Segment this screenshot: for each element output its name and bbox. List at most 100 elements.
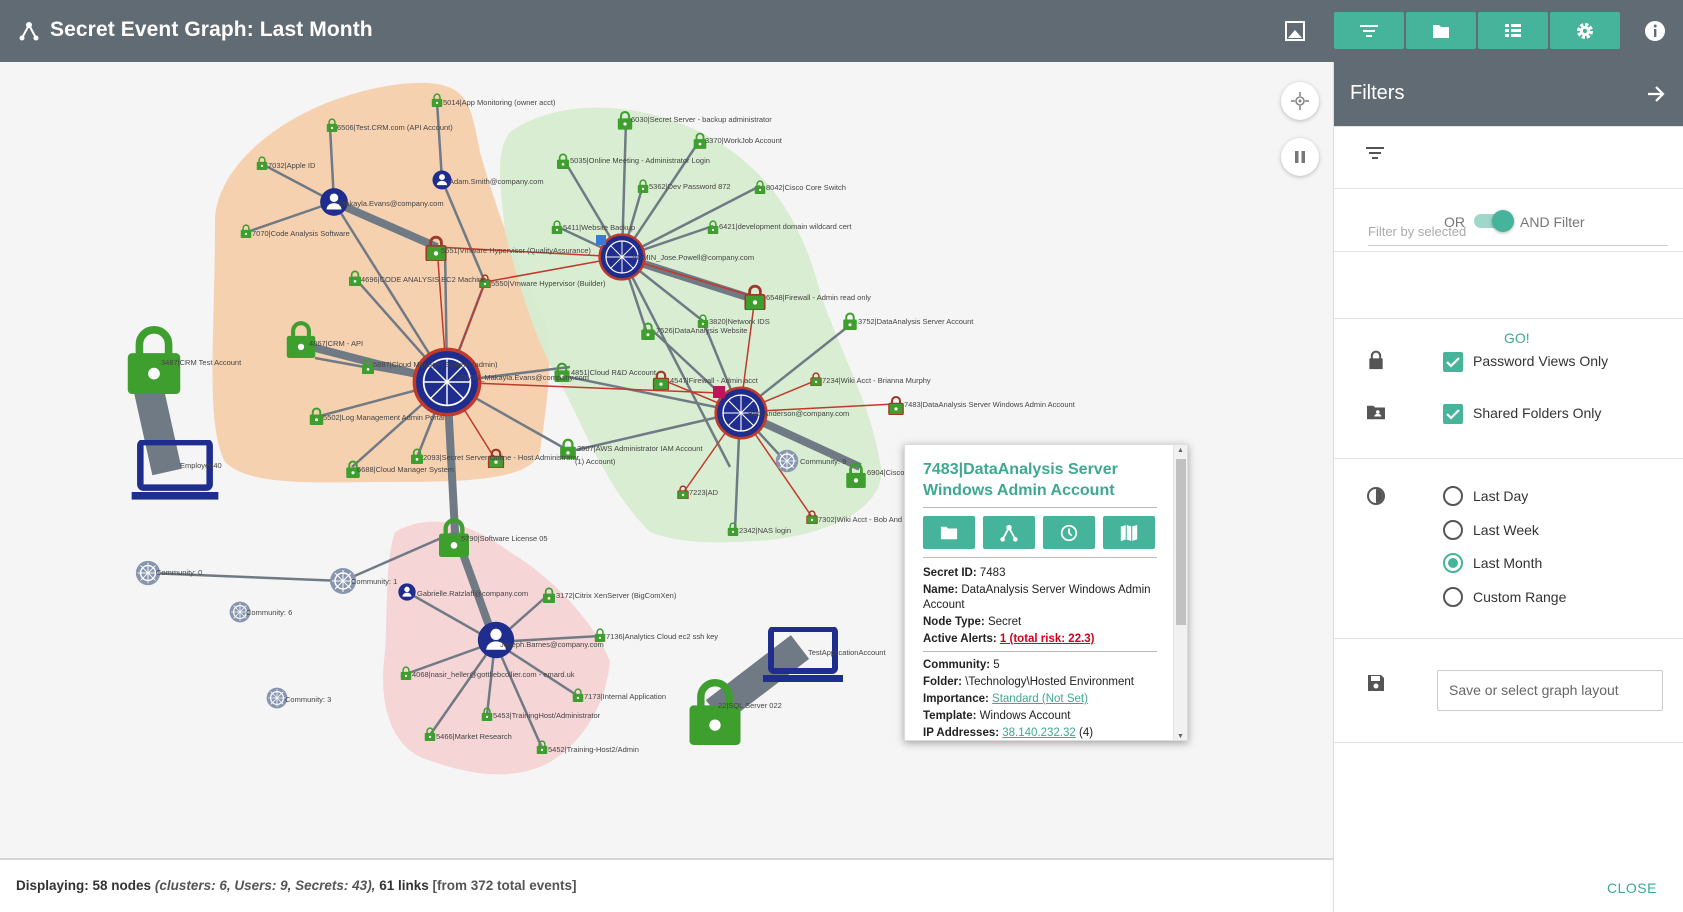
node-label: 3370|WorkJob Account	[705, 136, 783, 145]
save-icon	[1368, 675, 1384, 691]
radio-last-day[interactable]	[1443, 486, 1463, 506]
last-week-label: Last Week	[1473, 522, 1539, 538]
node-label: 6688|Cloud Manager System	[357, 465, 454, 474]
node-label: 6904|Cisco	[867, 468, 904, 477]
lock-icon	[1369, 350, 1383, 370]
divider	[1333, 188, 1683, 189]
node-label: 7223|AD	[689, 488, 719, 497]
radio-last-month[interactable]	[1443, 553, 1463, 573]
graph-layout-select[interactable]: Save or select graph layout	[1437, 670, 1663, 711]
node-label: Gabrielle.Ratzlaff@company.com	[417, 589, 528, 598]
node-label: 2093|Secret Server Online - Host Adminis…	[423, 453, 580, 462]
field-ip-addresses: IP Addresses: 38.140.232.32 (4)	[923, 727, 1094, 739]
node-label: TestApplicationAccount	[808, 648, 886, 657]
divider	[1333, 318, 1683, 319]
node-label: 5502|Log Management Admin Portal	[323, 413, 445, 422]
close-button[interactable]: CLOSE	[1607, 880, 1657, 896]
radio-custom-range[interactable]	[1443, 587, 1463, 607]
divider	[923, 507, 1157, 508]
shared-folders-checkbox[interactable]	[1443, 404, 1463, 424]
node-label: ADMIN_Jose.Powell@company.com	[632, 253, 754, 262]
node-label: ADMIN_Makayla.Evans@company.com	[456, 373, 589, 382]
scroll-up-icon[interactable]: ▲	[1177, 447, 1184, 454]
open-folder-button[interactable]	[923, 516, 975, 549]
graph-icon	[1000, 524, 1018, 542]
node-label: 4867|CRM - API	[309, 339, 363, 348]
node-label: 5550|Vmware Hypervisor (Builder)	[491, 279, 606, 288]
settings-button[interactable]	[1550, 12, 1620, 49]
center-graph-button[interactable]	[1281, 82, 1319, 120]
node-label: Community: 3	[285, 695, 331, 704]
app-root: Secret Event Graph: Last Month 5014|App …	[0, 0, 1683, 912]
list-button[interactable]	[1478, 12, 1548, 49]
folders-button[interactable]	[1406, 12, 1476, 49]
node-label: 3820|Network IDS	[709, 317, 770, 326]
shared-folders-label: Shared Folders Only	[1473, 405, 1602, 421]
pause-icon	[1295, 151, 1305, 163]
node-label: Makayla.Evans@company.com	[339, 199, 444, 208]
app-header: Secret Event Graph: Last Month	[0, 0, 1683, 62]
field-template: Template: Windows Account	[923, 710, 1071, 722]
graph-canvas[interactable]: 5014|App Monitoring (owner acct) 6506|Te…	[0, 62, 1333, 860]
node-label: 5551|Vmware Hypervisor (QualityAssurance…	[441, 246, 591, 255]
history-button[interactable]	[1043, 516, 1095, 549]
node-details-popup[interactable]: 7483|DataAnalysis Server Windows Admin A…	[904, 444, 1188, 741]
graph-logo-icon	[19, 22, 39, 41]
node-label: Community: 6	[246, 608, 292, 617]
node-label: Adam.Smith@company.com	[449, 177, 544, 186]
node-label: 5452|Training-Host2/Admin	[548, 745, 639, 754]
radio-last-week[interactable]	[1443, 520, 1463, 540]
divider	[923, 651, 1157, 652]
node-label: 6548|Firewall - Admin read only	[766, 293, 871, 302]
divider	[1333, 742, 1683, 743]
last-month-label: Last Month	[1473, 555, 1543, 571]
node-label: 4851|Cloud R&D Account	[571, 368, 657, 377]
scrollbar-thumb[interactable]	[1176, 459, 1186, 625]
divider	[1333, 458, 1683, 459]
password-views-label: Password Views Only	[1473, 353, 1609, 369]
status-bar: Displaying: 58 nodes (clusters: 6, Users…	[0, 860, 1333, 912]
importance-link[interactable]: Standard (Not Set)	[992, 693, 1088, 705]
list-icon	[1505, 23, 1521, 37]
node-label: Employee40	[180, 461, 222, 470]
node-label: 8042|Cisco Core Switch	[766, 183, 846, 192]
password-views-checkbox[interactable]	[1443, 352, 1463, 372]
custom-range-label: Custom Range	[1473, 589, 1567, 605]
node-label: 5411|Website Backup	[563, 223, 635, 232]
user-node-gabrielle[interactable]	[398, 583, 416, 601]
map-button[interactable]	[1103, 516, 1155, 549]
toolbar	[1334, 12, 1620, 49]
field-active-alerts: Active Alerts: 1 (total risk: 22.3)	[923, 633, 1095, 645]
shared-folder-icon	[1367, 405, 1385, 420]
history-icon	[1060, 524, 1078, 541]
check-icon	[1446, 409, 1460, 420]
node-label: 7526|DataAnalysis Website	[656, 326, 747, 335]
status-text: Displaying: 58 nodes (clusters: 6, Users…	[16, 878, 577, 893]
time-range-icon	[1367, 487, 1385, 505]
field-importance: Importance: Standard (Not Set)	[923, 693, 1088, 705]
show-graph-button[interactable]	[983, 516, 1035, 549]
cluster-green	[500, 107, 882, 543]
node-label: 7173|Internal Application	[584, 692, 666, 701]
info-icon[interactable]	[1643, 19, 1667, 43]
scroll-down-icon[interactable]: ▼	[1177, 733, 1184, 740]
sidebar-body: Password Views Only Shared Folders Only …	[1333, 62, 1683, 912]
node-label: 7032|Apple ID	[268, 161, 316, 170]
pause-button[interactable]	[1281, 138, 1319, 176]
folder-icon	[940, 526, 958, 539]
node-label: 7483|DataAnalysis Server Windows Admin A…	[904, 400, 1076, 409]
filter-button[interactable]	[1334, 12, 1404, 49]
node-label: Joseph.Barnes@company.com	[500, 640, 604, 649]
popup-scrollbar[interactable]: ▲ ▼	[1173, 445, 1187, 740]
node-label: 3487|CRM Test Account	[161, 358, 242, 367]
node-label: 7234|Wiki Acct - Brianna Murphy	[822, 376, 931, 385]
node-label: (1) Account)	[575, 457, 616, 466]
node-label: 3507|AWS Administrator IAM Account	[577, 444, 703, 453]
field-community: Community: 5	[923, 659, 1000, 671]
community-node-9[interactable]	[775, 449, 799, 473]
alerts-link[interactable]: 1 (total risk: 22.3)	[1000, 633, 1095, 645]
ip-link[interactable]: 38.140.232.32	[1002, 727, 1076, 739]
node-label: 7070|Code Analysis Software	[252, 229, 350, 238]
image-export-icon[interactable]	[1283, 19, 1307, 43]
node-label: 7136|Analytics Cloud ec2 ssh key	[606, 632, 718, 641]
